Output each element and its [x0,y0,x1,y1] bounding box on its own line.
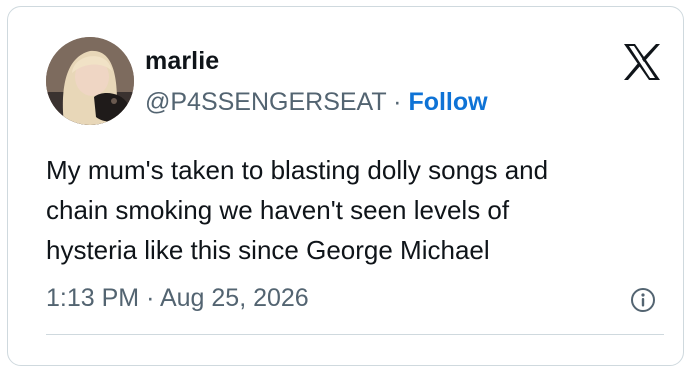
tweet-text-line: My mum's taken to blasting dolly songs a… [46,155,549,185]
tweet-text-line: chain smoking we haven't seen levels of [46,195,510,225]
x-logo-icon[interactable] [622,43,662,81]
separator: · [146,284,155,312]
author-handle[interactable]: @P4SSENGERSEAT [145,88,386,116]
tweet-date[interactable]: Aug 25, 2026 [160,284,309,312]
avatar[interactable] [46,37,134,125]
tweet-time[interactable]: 1:13 PM [46,284,139,312]
info-icon[interactable] [630,287,656,313]
avatar-image [46,37,134,125]
timestamp[interactable]: 1:13 PM · Aug 25, 2026 [46,284,309,313]
author-name[interactable]: marlie [145,47,219,76]
divider [46,334,664,335]
tweet-text: My mum's taken to blasting dolly songs a… [46,150,656,270]
separator: · [393,88,402,116]
tweet-card[interactable]: marlie @P4SSENGERSEAT · Follow My mum's … [7,6,684,366]
tweet-text-line: hysteria like this since George Michael [46,235,490,265]
author-handle-row: @P4SSENGERSEAT · Follow [145,88,488,117]
follow-button[interactable]: Follow [408,88,487,116]
